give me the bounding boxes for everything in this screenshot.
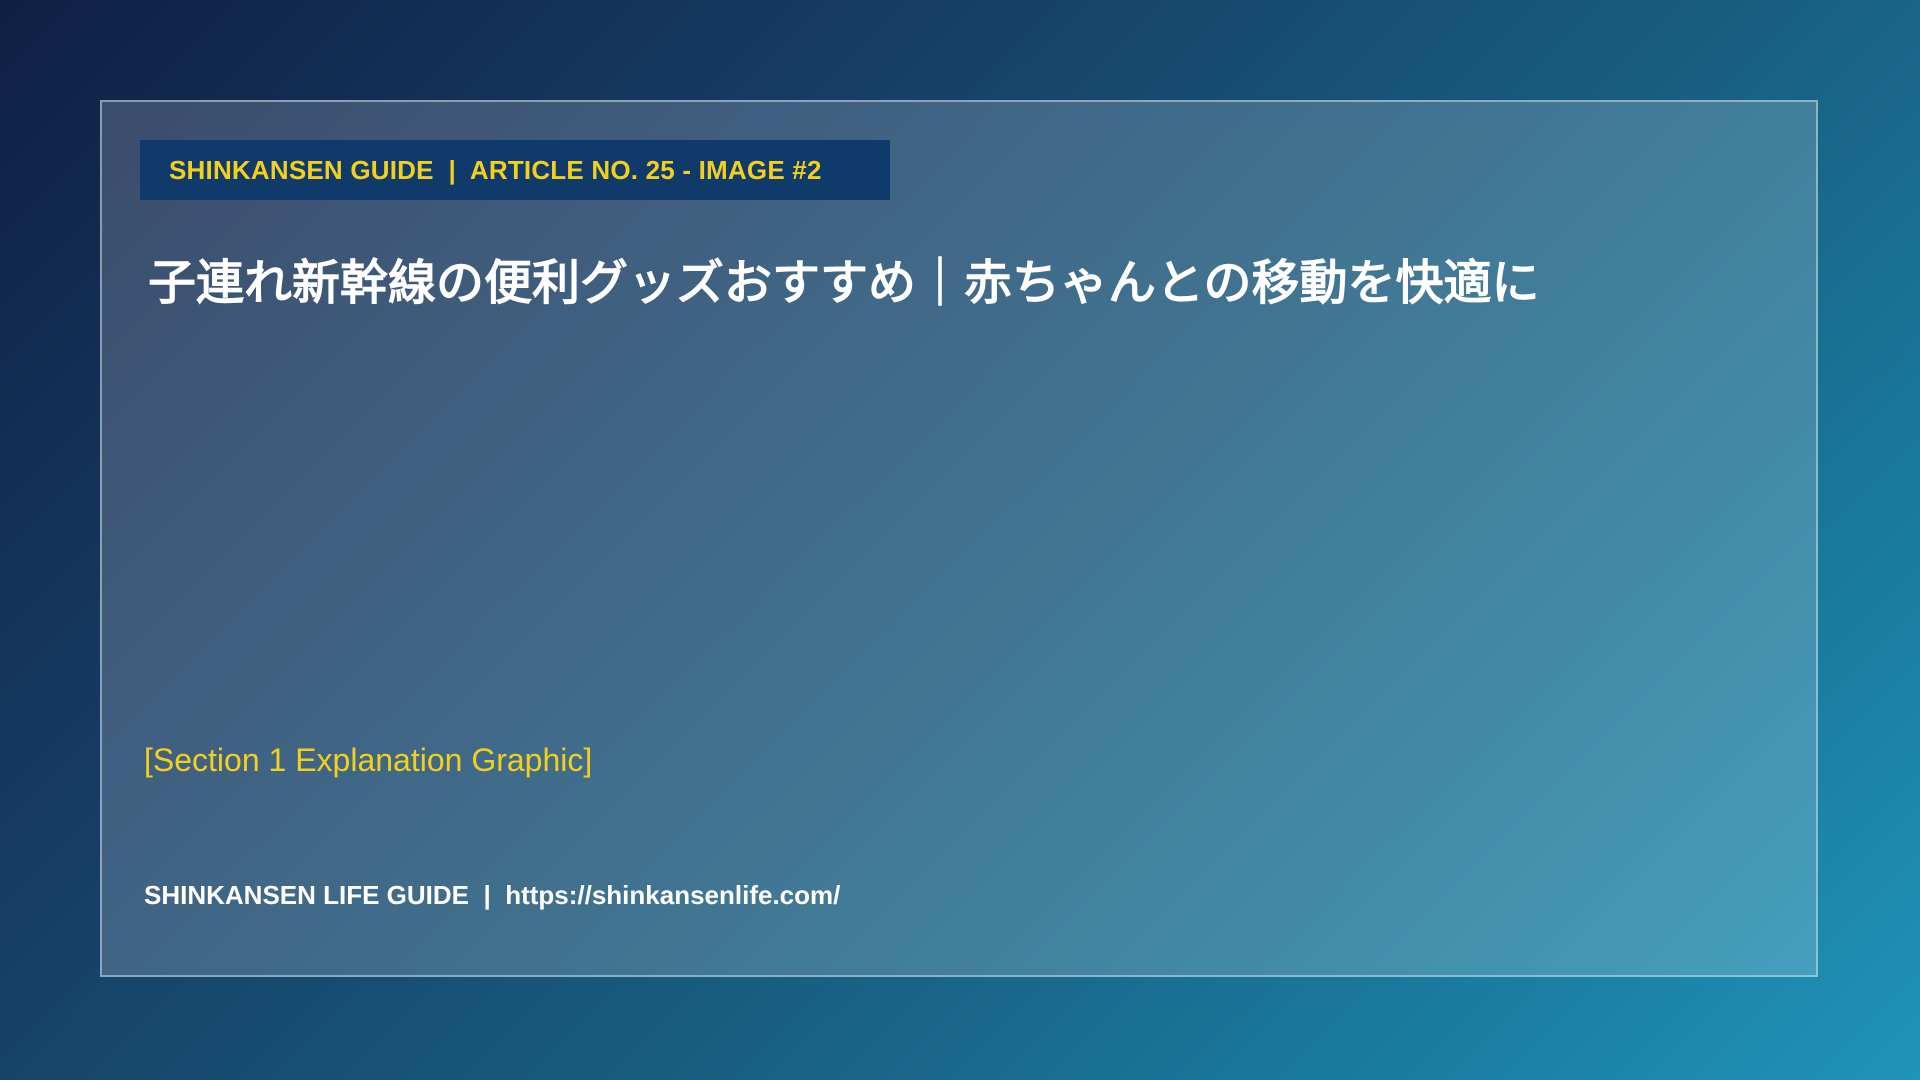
content-card [100, 100, 1818, 977]
slide: { "header": { "tag": "SHINKANSEN GUIDE |… [0, 0, 1920, 1080]
section-label: [Section 1 Explanation Graphic] [144, 742, 593, 778]
footer-text: SHINKANSEN LIFE GUIDE | https://shinkans… [144, 880, 841, 910]
article-tag-text: SHINKANSEN GUIDE | ARTICLE NO. 25 - IMAG… [169, 154, 822, 185]
article-tag-banner: SHINKANSEN GUIDE | ARTICLE NO. 25 - IMAG… [140, 140, 890, 200]
page-title: 子連れ新幹線の便利グッズおすすめ｜赤ちゃんとの移動を快適に [148, 255, 1540, 311]
